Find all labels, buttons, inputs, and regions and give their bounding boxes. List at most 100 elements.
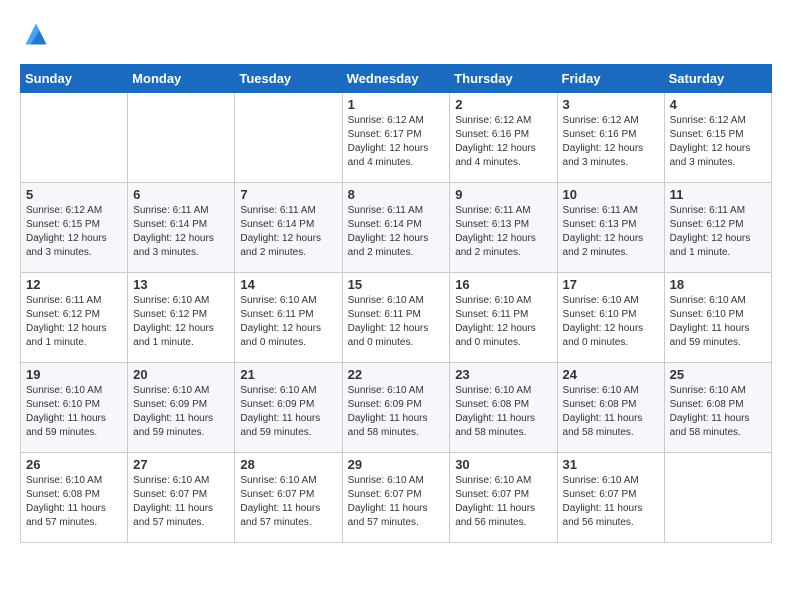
calendar-cell: 8 Sunrise: 6:11 AM Sunset: 6:14 PM Daylig… (342, 183, 450, 273)
day-number: 11 (670, 187, 766, 202)
day-number: 17 (563, 277, 659, 292)
day-info: Sunrise: 6:10 AM Sunset: 6:09 PM Dayligh… (133, 384, 229, 440)
day-number: 15 (348, 277, 445, 292)
day-info: Sunrise: 6:10 AM Sunset: 6:08 PM Dayligh… (26, 474, 122, 530)
day-number: 16 (455, 277, 551, 292)
calendar-cell: 17 Sunrise: 6:10 AM Sunset: 6:10 PM Dayli… (557, 273, 664, 363)
calendar-cell: 31Sunrise: 6:10 AM Sunset: 6:07 PM Dayli… (557, 453, 664, 543)
day-number: 27 (133, 457, 229, 472)
day-info: Sunrise: 6:11 AM Sunset: 6:12 PM Dayligh… (26, 294, 122, 350)
calendar-cell: 11 Sunrise: 6:11 AM Sunset: 6:12 PM Dayli… (664, 183, 771, 273)
calendar-cell: 20 Sunrise: 6:10 AM Sunset: 6:09 PM Dayli… (128, 363, 235, 453)
calendar-body: 1 Sunrise: 6:12 AM Sunset: 6:17 PM Daylig… (21, 93, 772, 543)
calendar-table: SundayMondayTuesdayWednesdayThursdayFrid… (20, 64, 772, 543)
day-number: 1 (348, 97, 445, 112)
calendar-cell: 24 Sunrise: 6:10 AM Sunset: 6:08 PM Dayli… (557, 363, 664, 453)
calendar-cell: 27 Sunrise: 6:10 AM Sunset: 6:07 PM Dayli… (128, 453, 235, 543)
day-number: 6 (133, 187, 229, 202)
calendar-cell: 19 Sunrise: 6:10 AM Sunset: 6:10 PM Dayli… (21, 363, 128, 453)
day-number: 29 (348, 457, 445, 472)
calendar-cell (21, 93, 128, 183)
calendar-week-row: 1 Sunrise: 6:12 AM Sunset: 6:17 PM Daylig… (21, 93, 772, 183)
calendar-cell: 30Sunrise: 6:10 AM Sunset: 6:07 PM Dayli… (450, 453, 557, 543)
calendar-cell: 2 Sunrise: 6:12 AM Sunset: 6:16 PM Daylig… (450, 93, 557, 183)
day-info: Sunrise: 6:11 AM Sunset: 6:14 PM Dayligh… (348, 204, 445, 260)
calendar-cell: 14 Sunrise: 6:10 AM Sunset: 6:11 PM Dayli… (235, 273, 342, 363)
day-info: Sunrise: 6:10 AM Sunset: 6:11 PM Dayligh… (240, 294, 336, 350)
day-info: Sunrise: 6:11 AM Sunset: 6:12 PM Dayligh… (670, 204, 766, 260)
day-info: Sunrise: 6:11 AM Sunset: 6:14 PM Dayligh… (240, 204, 336, 260)
day-info: Sunrise: 6:11 AM Sunset: 6:13 PM Dayligh… (563, 204, 659, 260)
calendar-cell: 13 Sunrise: 6:10 AM Sunset: 6:12 PM Dayli… (128, 273, 235, 363)
day-info: Sunrise: 6:10 AM Sunset: 6:08 PM Dayligh… (563, 384, 659, 440)
day-number: 19 (26, 367, 122, 382)
calendar-cell: 9Sunrise: 6:11 AM Sunset: 6:13 PM Daylig… (450, 183, 557, 273)
calendar-cell: 25Sunrise: 6:10 AM Sunset: 6:08 PM Dayli… (664, 363, 771, 453)
day-number: 30 (455, 457, 551, 472)
calendar-cell: 26 Sunrise: 6:10 AM Sunset: 6:08 PM Dayli… (21, 453, 128, 543)
calendar-cell: 10 Sunrise: 6:11 AM Sunset: 6:13 PM Dayli… (557, 183, 664, 273)
day-info: Sunrise: 6:10 AM Sunset: 6:07 PM Dayligh… (133, 474, 229, 530)
day-info: Sunrise: 6:10 AM Sunset: 6:07 PM Dayligh… (240, 474, 336, 530)
day-number: 2 (455, 97, 551, 112)
day-number: 7 (240, 187, 336, 202)
day-number: 13 (133, 277, 229, 292)
day-info: Sunrise: 6:10 AM Sunset: 6:08 PM Dayligh… (455, 384, 551, 440)
day-info: Sunrise: 6:11 AM Sunset: 6:13 PM Dayligh… (455, 204, 551, 260)
day-info: Sunrise: 6:12 AM Sunset: 6:17 PM Dayligh… (348, 114, 445, 170)
day-number: 26 (26, 457, 122, 472)
calendar-cell: 6 Sunrise: 6:11 AM Sunset: 6:14 PM Daylig… (128, 183, 235, 273)
calendar-cell: 16 Sunrise: 6:10 AM Sunset: 6:11 PM Dayli… (450, 273, 557, 363)
day-info: Sunrise: 6:11 AM Sunset: 6:14 PM Dayligh… (133, 204, 229, 260)
day-number: 10 (563, 187, 659, 202)
calendar-cell: 3 Sunrise: 6:12 AM Sunset: 6:16 PM Daylig… (557, 93, 664, 183)
day-info: Sunrise: 6:12 AM Sunset: 6:16 PM Dayligh… (563, 114, 659, 170)
day-number: 5 (26, 187, 122, 202)
weekday-header-cell: Friday (557, 65, 664, 93)
weekday-header-row: SundayMondayTuesdayWednesdayThursdayFrid… (21, 65, 772, 93)
day-number: 18 (670, 277, 766, 292)
calendar-cell: 1 Sunrise: 6:12 AM Sunset: 6:17 PM Daylig… (342, 93, 450, 183)
day-info: Sunrise: 6:10 AM Sunset: 6:10 PM Dayligh… (670, 294, 766, 350)
page-header (20, 20, 772, 48)
logo (20, 20, 50, 48)
calendar-cell: 15 Sunrise: 6:10 AM Sunset: 6:11 PM Dayli… (342, 273, 450, 363)
day-info: Sunrise: 6:12 AM Sunset: 6:15 PM Dayligh… (26, 204, 122, 260)
day-info: Sunrise: 6:10 AM Sunset: 6:10 PM Dayligh… (563, 294, 659, 350)
day-info: Sunrise: 6:12 AM Sunset: 6:16 PM Dayligh… (455, 114, 551, 170)
calendar-cell: 29 Sunrise: 6:10 AM Sunset: 6:07 PM Dayli… (342, 453, 450, 543)
weekday-header-cell: Wednesday (342, 65, 450, 93)
day-info: Sunrise: 6:10 AM Sunset: 6:09 PM Dayligh… (240, 384, 336, 440)
weekday-header-cell: Monday (128, 65, 235, 93)
day-info: Sunrise: 6:10 AM Sunset: 6:11 PM Dayligh… (455, 294, 551, 350)
weekday-header-cell: Tuesday (235, 65, 342, 93)
day-info: Sunrise: 6:10 AM Sunset: 6:08 PM Dayligh… (670, 384, 766, 440)
calendar-cell: 5 Sunrise: 6:12 AM Sunset: 6:15 PM Daylig… (21, 183, 128, 273)
day-info: Sunrise: 6:10 AM Sunset: 6:07 PM Dayligh… (348, 474, 445, 530)
day-info: Sunrise: 6:12 AM Sunset: 6:15 PM Dayligh… (670, 114, 766, 170)
calendar-cell: 22Sunrise: 6:10 AM Sunset: 6:09 PM Dayli… (342, 363, 450, 453)
weekday-header-cell: Thursday (450, 65, 557, 93)
calendar-week-row: 19 Sunrise: 6:10 AM Sunset: 6:10 PM Dayli… (21, 363, 772, 453)
calendar-cell: 28 Sunrise: 6:10 AM Sunset: 6:07 PM Dayli… (235, 453, 342, 543)
day-info: Sunrise: 6:10 AM Sunset: 6:11 PM Dayligh… (348, 294, 445, 350)
day-number: 14 (240, 277, 336, 292)
day-number: 3 (563, 97, 659, 112)
day-number: 24 (563, 367, 659, 382)
day-number: 8 (348, 187, 445, 202)
day-info: Sunrise: 6:10 AM Sunset: 6:12 PM Dayligh… (133, 294, 229, 350)
day-number: 28 (240, 457, 336, 472)
calendar-cell: 18 Sunrise: 6:10 AM Sunset: 6:10 PM Dayli… (664, 273, 771, 363)
calendar-week-row: 12Sunrise: 6:11 AM Sunset: 6:12 PM Dayli… (21, 273, 772, 363)
day-info: Sunrise: 6:10 AM Sunset: 6:07 PM Dayligh… (563, 474, 659, 530)
day-number: 20 (133, 367, 229, 382)
calendar-cell: 12Sunrise: 6:11 AM Sunset: 6:12 PM Dayli… (21, 273, 128, 363)
calendar-week-row: 26 Sunrise: 6:10 AM Sunset: 6:08 PM Dayli… (21, 453, 772, 543)
day-info: Sunrise: 6:10 AM Sunset: 6:10 PM Dayligh… (26, 384, 122, 440)
weekday-header-cell: Sunday (21, 65, 128, 93)
calendar-cell: 4Sunrise: 6:12 AM Sunset: 6:15 PM Daylig… (664, 93, 771, 183)
day-number: 21 (240, 367, 336, 382)
calendar-cell: 7 Sunrise: 6:11 AM Sunset: 6:14 PM Daylig… (235, 183, 342, 273)
weekday-header-cell: Saturday (664, 65, 771, 93)
day-number: 22 (348, 367, 445, 382)
